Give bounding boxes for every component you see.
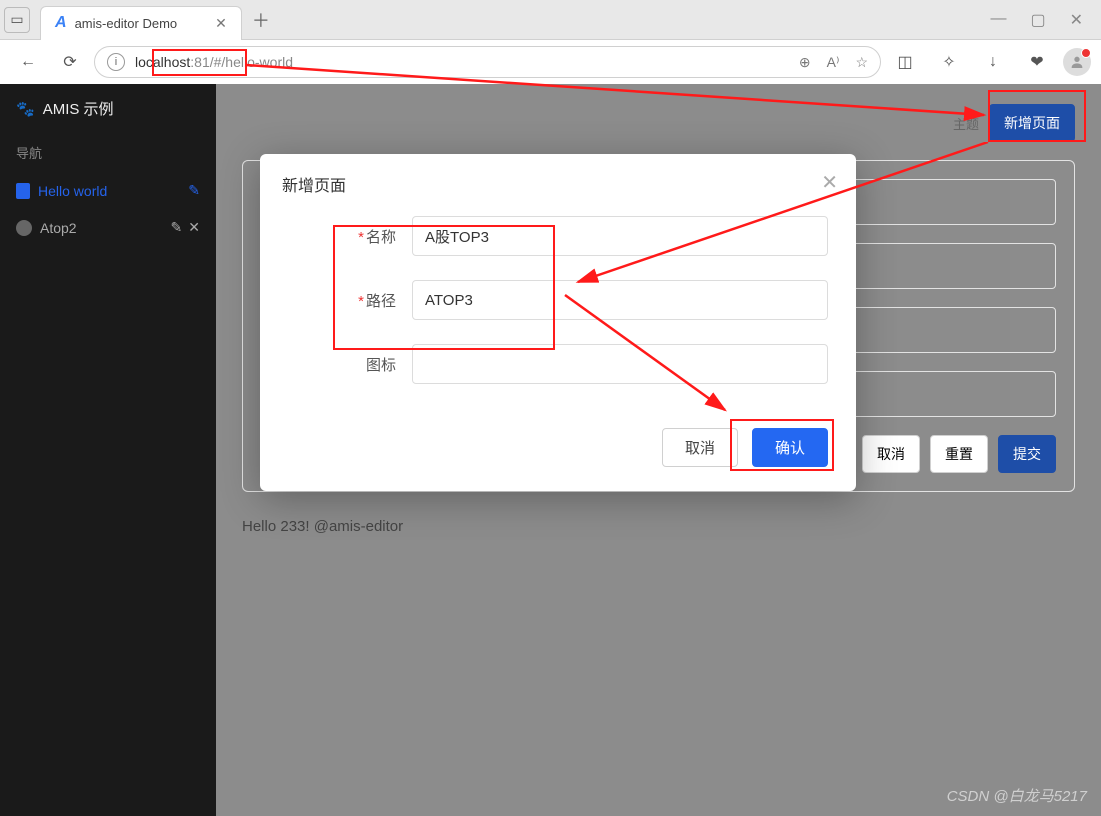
browser-titlebar: ▭ A amis-editor Demo ✕ ＋ — ▢ ✕ xyxy=(0,0,1101,40)
name-input[interactable] xyxy=(412,216,828,256)
icon-label: 图标 xyxy=(366,357,396,374)
url-host: localhost xyxy=(135,54,190,70)
downloads-icon[interactable]: ↓ xyxy=(975,46,1011,78)
app-title: 🐾 AMIS 示例 xyxy=(0,84,216,133)
modal-title: 新增页面 xyxy=(260,154,856,206)
nav-section-label: 导航 xyxy=(0,133,216,172)
app-title-text: AMIS 示例 xyxy=(43,98,114,119)
delete-icon[interactable]: ✕ xyxy=(188,219,200,236)
form-reset-button[interactable]: 重置 xyxy=(930,435,988,473)
window-controls: — ▢ ✕ xyxy=(990,10,1101,30)
path-input[interactable] xyxy=(412,280,828,320)
form-cancel-button[interactable]: 取消 xyxy=(862,435,920,473)
new-tab-button[interactable]: ＋ xyxy=(252,7,270,33)
theme-label: 主题 xyxy=(953,114,979,133)
zoom-icon[interactable]: ⊕ xyxy=(799,54,811,71)
new-page-modal: 新增页面 ✕ *名称 *路径 图标 取消 确认 xyxy=(260,154,856,491)
favorite-icon[interactable]: ☆ xyxy=(855,54,868,71)
tab-close-icon[interactable]: ✕ xyxy=(215,15,227,32)
browser-tab[interactable]: A amis-editor Demo ✕ xyxy=(40,6,242,40)
paw-icon: 🐾 xyxy=(16,100,35,118)
path-label: 路径 xyxy=(366,293,396,310)
name-label: 名称 xyxy=(366,229,396,246)
page-icon xyxy=(16,183,30,199)
url-box[interactable]: i localhost :81/ #/hello-world ⊕ A⁾ ☆ xyxy=(94,46,881,78)
url-port: :81/ xyxy=(190,54,213,70)
maximize-icon[interactable]: ▢ xyxy=(1030,10,1045,30)
minimize-icon[interactable]: — xyxy=(990,10,1006,30)
new-page-button[interactable]: 新增页面 xyxy=(989,104,1075,142)
browser-addressbar: ← ⟳ i localhost :81/ #/hello-world ⊕ A⁾ … xyxy=(0,40,1101,84)
split-screen-icon[interactable]: ◫ xyxy=(887,46,923,78)
hello-text: Hello 233! @amis-editor xyxy=(242,518,1075,535)
sidebar-item-label: Hello world xyxy=(38,183,107,199)
form-submit-button[interactable]: 提交 xyxy=(998,435,1056,473)
url-path: #/hello-world xyxy=(214,54,293,70)
sidebar-item-hello-world[interactable]: Hello world ✎ xyxy=(0,172,216,209)
edit-icon[interactable]: ✎ xyxy=(171,219,183,236)
sidebar-item-label: Atop2 xyxy=(40,220,77,236)
modal-close-icon[interactable]: ✕ xyxy=(821,170,838,195)
modal-confirm-button[interactable]: 确认 xyxy=(752,428,828,467)
read-aloud-icon[interactable]: A⁾ xyxy=(827,54,840,71)
watermark-text: CSDN @白龙马5217 xyxy=(947,785,1087,806)
page-toolbar: 主题 新增页面 xyxy=(242,104,1075,142)
profile-avatar-icon[interactable] xyxy=(1063,48,1091,76)
back-button[interactable]: ← xyxy=(10,46,46,78)
collections-icon[interactable]: ✧ xyxy=(931,46,967,78)
edit-icon[interactable]: ✎ xyxy=(188,182,200,199)
performance-icon[interactable]: ❤ xyxy=(1019,46,1055,78)
icon-input[interactable] xyxy=(412,344,828,384)
refresh-button[interactable]: ⟳ xyxy=(52,46,88,78)
site-info-icon[interactable]: i xyxy=(107,53,125,71)
spotify-icon xyxy=(16,220,32,236)
close-icon[interactable]: ✕ xyxy=(1070,10,1083,30)
tab-title: amis-editor Demo xyxy=(75,16,178,31)
sidebar: 🐾 AMIS 示例 导航 Hello world ✎ Atop2 ✎ ✕ xyxy=(0,84,216,816)
sidebar-item-atop2[interactable]: Atop2 ✎ ✕ xyxy=(0,209,216,246)
tabs-overview-button[interactable]: ▭ xyxy=(4,7,30,33)
tab-favicon-icon: A xyxy=(55,14,67,32)
modal-cancel-button[interactable]: 取消 xyxy=(662,428,738,467)
